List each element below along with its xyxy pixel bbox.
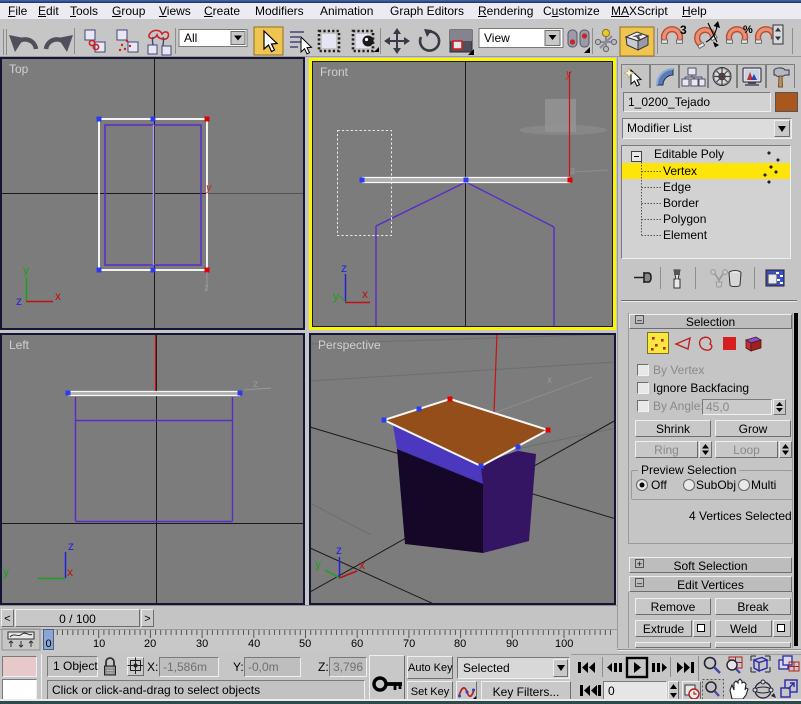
svg-text:x: x	[55, 289, 61, 303]
svg-text:z: z	[336, 543, 342, 557]
svg-text:y: y	[333, 289, 339, 303]
svg-text:All: All	[184, 31, 197, 45]
svg-text:z: z	[570, 166, 575, 177]
svg-text:100: 100	[555, 638, 573, 650]
svg-text:y: y	[3, 565, 9, 579]
svg-text:80: 80	[454, 638, 466, 650]
svg-text:y: y	[205, 182, 213, 194]
svg-text:x: x	[67, 565, 73, 579]
svg-text:z: z	[204, 283, 209, 294]
svg-text:y: y	[315, 557, 321, 571]
svg-text:View: View	[484, 31, 510, 45]
svg-text:50: 50	[299, 638, 311, 650]
svg-text:z: z	[16, 294, 22, 308]
svg-text:0: 0	[46, 638, 52, 650]
svg-text:Front: Front	[320, 65, 349, 79]
svg-text:Left: Left	[9, 338, 30, 352]
svg-text:y: y	[23, 263, 29, 277]
svg-text:Perspective: Perspective	[318, 338, 381, 352]
svg-text:10: 10	[93, 638, 105, 650]
svg-text:z: z	[68, 539, 74, 553]
svg-text:x: x	[547, 375, 552, 386]
svg-text:z: z	[253, 379, 258, 390]
svg-text:y: y	[565, 68, 573, 80]
svg-text:30: 30	[196, 638, 208, 650]
svg-text:20: 20	[144, 638, 156, 650]
svg-text:60: 60	[351, 638, 363, 650]
svg-text:%: %	[743, 24, 753, 36]
svg-text:z: z	[341, 261, 347, 275]
svg-text:x: x	[359, 558, 365, 572]
svg-text:Top: Top	[9, 62, 29, 76]
svg-text:x: x	[362, 287, 368, 301]
svg-text:90: 90	[506, 638, 518, 650]
svg-text:40: 40	[248, 638, 260, 650]
svg-text:3: 3	[680, 23, 687, 37]
svg-text:70: 70	[403, 638, 415, 650]
